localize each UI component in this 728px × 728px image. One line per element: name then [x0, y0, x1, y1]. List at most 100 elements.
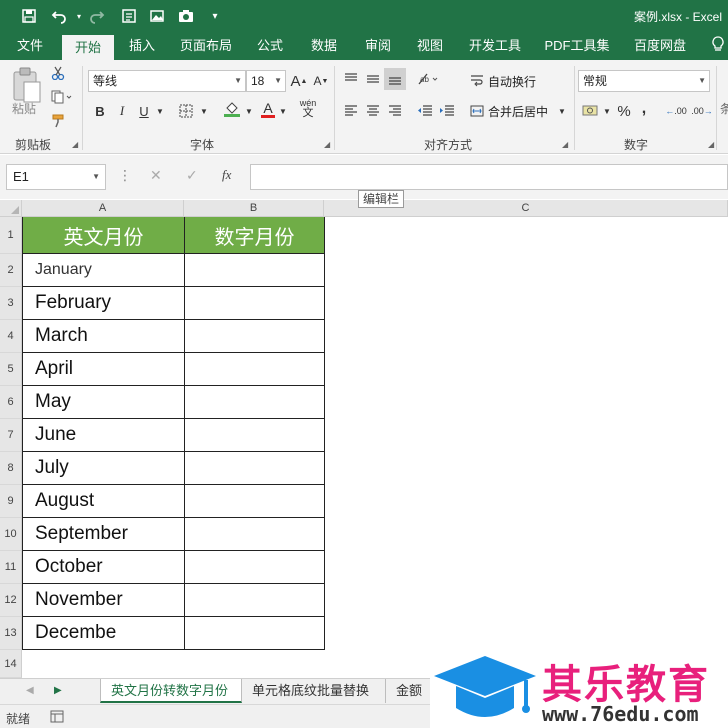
row-header[interactable]: 3: [0, 287, 22, 320]
phonetic-guide-button[interactable]: wén 文: [296, 98, 320, 120]
sheet-tab[interactable]: 单元格底纹批量替换: [242, 679, 386, 703]
font-name-select[interactable]: 等线 ▼: [88, 70, 246, 92]
tab-review[interactable]: 审阅: [358, 32, 398, 60]
align-right-icon[interactable]: [384, 100, 406, 122]
paste-label[interactable]: 粘贴: [12, 100, 36, 117]
camera-icon[interactable]: [175, 6, 197, 26]
name-box[interactable]: E1 ▼: [6, 164, 106, 190]
month-cell[interactable]: October: [23, 551, 185, 584]
month-cell[interactable]: January: [23, 254, 185, 287]
accounting-dropdown-icon[interactable]: ▼: [602, 100, 612, 122]
redo-icon[interactable]: [86, 6, 108, 26]
month-cell[interactable]: July: [23, 452, 185, 485]
tab-file[interactable]: 文件: [10, 32, 50, 60]
macro-record-icon[interactable]: [50, 710, 64, 726]
align-center-icon[interactable]: [362, 100, 384, 122]
row-header[interactable]: 6: [0, 386, 22, 419]
header-cell-numeric-month[interactable]: 数字月份: [185, 217, 325, 254]
tab-pdf-tools[interactable]: PDF工具集: [542, 32, 612, 60]
lightbulb-icon[interactable]: [712, 36, 724, 55]
row-header[interactable]: 1: [0, 217, 22, 254]
month-cell[interactable]: August: [23, 485, 185, 518]
bold-button[interactable]: B: [90, 100, 110, 122]
month-cell[interactable]: November: [23, 584, 185, 617]
number-cell[interactable]: [185, 584, 325, 617]
underline-button[interactable]: U: [134, 100, 154, 122]
row-header[interactable]: 10: [0, 518, 22, 551]
cancel-icon[interactable]: ✕: [150, 167, 162, 184]
customize-icon[interactable]: ▾: [204, 6, 226, 26]
font-color-button[interactable]: A: [258, 98, 278, 120]
italic-button[interactable]: I: [112, 100, 132, 122]
merge-center-icon[interactable]: [468, 100, 486, 122]
borders-dropdown-icon[interactable]: ▼: [198, 100, 210, 122]
percent-button[interactable]: %: [614, 100, 634, 122]
header-cell-english-month[interactable]: 英文月份: [23, 217, 185, 254]
increase-indent-icon[interactable]: [436, 100, 458, 122]
align-left-icon[interactable]: [340, 100, 362, 122]
number-cell[interactable]: [185, 386, 325, 419]
underline-dropdown-icon[interactable]: ▼: [154, 100, 166, 122]
font-size-select[interactable]: 18 ▼: [246, 70, 286, 92]
align-bottom-icon[interactable]: [384, 68, 406, 90]
tab-insert[interactable]: 插入: [122, 32, 162, 60]
tab-formulas[interactable]: 公式: [250, 32, 290, 60]
increase-decimal-button[interactable]: ← .00: [664, 100, 688, 122]
picture-icon[interactable]: [146, 6, 168, 26]
row-header[interactable]: 5: [0, 353, 22, 386]
shrink-font-button[interactable]: A ▼: [312, 70, 330, 92]
number-cell[interactable]: [185, 452, 325, 485]
merge-dropdown-icon[interactable]: ▼: [556, 100, 568, 122]
tab-view[interactable]: 视图: [410, 32, 450, 60]
formula-input[interactable]: [250, 164, 728, 190]
month-cell[interactable]: Decembe: [23, 617, 185, 650]
alignment-launcher-icon[interactable]: ◢: [562, 140, 568, 149]
font-launcher-icon[interactable]: ◢: [324, 140, 330, 149]
undo-icon[interactable]: [48, 6, 70, 26]
merge-center-label[interactable]: 合并后居中: [488, 103, 548, 120]
number-cell[interactable]: [185, 287, 325, 320]
number-cell[interactable]: [185, 419, 325, 452]
insert-function-button[interactable]: fx: [222, 167, 231, 183]
tab-data[interactable]: 数据: [304, 32, 344, 60]
month-cell[interactable]: May: [23, 386, 185, 419]
wrap-text-icon[interactable]: [468, 70, 486, 92]
tab-home[interactable]: 开始: [62, 35, 114, 60]
number-launcher-icon[interactable]: ◢: [708, 140, 714, 149]
column-header-b[interactable]: B: [184, 200, 324, 217]
form-icon[interactable]: [118, 6, 140, 26]
grow-font-button[interactable]: A ▲: [290, 70, 308, 92]
sheet-scroll-left-icon[interactable]: ◀: [26, 685, 34, 696]
row-header[interactable]: 9: [0, 485, 22, 518]
enter-icon[interactable]: ✓: [186, 167, 198, 184]
month-cell[interactable]: March: [23, 320, 185, 353]
number-cell[interactable]: [185, 485, 325, 518]
number-cell[interactable]: [185, 617, 325, 650]
align-middle-icon[interactable]: [362, 68, 384, 90]
comma-button[interactable]: ,: [636, 98, 652, 120]
row-header[interactable]: 12: [0, 584, 22, 617]
row-header[interactable]: 8: [0, 452, 22, 485]
number-cell[interactable]: [185, 518, 325, 551]
sheet-tab[interactable]: 金额: [386, 679, 436, 703]
copy-icon[interactable]: [48, 86, 76, 108]
align-top-icon[interactable]: [340, 68, 362, 90]
save-icon[interactable]: [18, 6, 40, 26]
number-format-select[interactable]: 常规 ▼: [578, 70, 710, 92]
accounting-format-icon[interactable]: [580, 100, 602, 122]
fill-color-icon[interactable]: [220, 98, 244, 120]
month-cell[interactable]: April: [23, 353, 185, 386]
number-cell[interactable]: [185, 551, 325, 584]
borders-icon[interactable]: [176, 100, 196, 122]
clipboard-launcher-icon[interactable]: ◢: [72, 140, 78, 149]
row-header[interactable]: 4: [0, 320, 22, 353]
decrease-indent-icon[interactable]: [414, 100, 436, 122]
select-all-corner[interactable]: [0, 200, 22, 217]
number-cell[interactable]: [185, 320, 325, 353]
month-cell[interactable]: June: [23, 419, 185, 452]
tab-page-layout[interactable]: 页面布局: [176, 32, 236, 60]
cut-icon[interactable]: [48, 62, 68, 84]
number-cell[interactable]: [185, 254, 325, 287]
wrap-text-label[interactable]: 自动换行: [488, 73, 536, 90]
sheet-tab-active[interactable]: 英文月份转数字月份: [100, 679, 242, 703]
